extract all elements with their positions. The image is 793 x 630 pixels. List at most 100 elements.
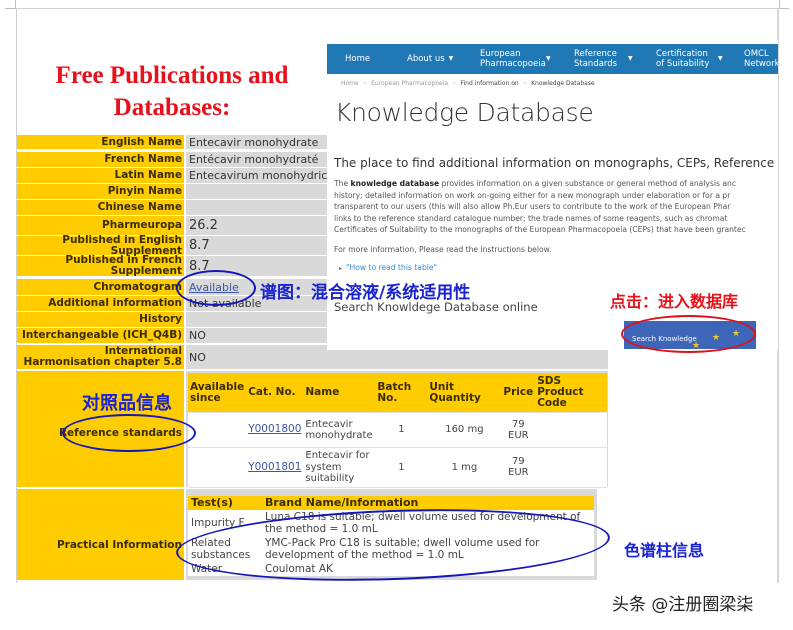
- top-navigation-bar: Home About us ▼ European Pharmacopoeia ▼ R…: [327, 44, 778, 74]
- col-sds-product-code: SDS Product Code: [535, 373, 607, 413]
- detail-label: Published in English Supplement: [17, 234, 184, 256]
- col-price: Price: [501, 373, 536, 413]
- detail-label: Pharmeuropa: [17, 216, 184, 235]
- cell-cat-no[interactable]: Y0001800: [246, 412, 304, 448]
- detail-row: Interchangeable (ICH_Q4B) NO: [17, 328, 327, 343]
- table-header-row: Test(s) Brand Name/Information: [188, 496, 594, 510]
- cell-name: Entecavir for system suitability: [303, 447, 376, 487]
- detail-label: Published in French Supplement: [17, 255, 184, 277]
- detail-label: French Name: [17, 152, 184, 167]
- detail-value: Entecavirum monohydricum: [186, 168, 345, 183]
- page-title: Knowledge Database: [335, 98, 594, 127]
- detail-value: [186, 200, 327, 215]
- col-batch-no: Batch No.: [375, 373, 428, 413]
- detail-row: English Name Entecavir monohydrate: [17, 135, 327, 149]
- cell-batch: 1: [375, 412, 428, 448]
- detail-row: Pharmeuropa 26.2: [17, 216, 327, 235]
- detail-label: History: [17, 312, 184, 327]
- chevron-right-icon: ›: [453, 80, 456, 87]
- chevron-right-icon: ›: [363, 80, 367, 87]
- breadcrumb-home[interactable]: Home: [341, 80, 359, 87]
- highlight-ellipse-reference: [62, 414, 196, 452]
- headline: Free Publications and Databases:: [18, 60, 326, 124]
- detail-row: Latin Name Entecavirum monohydricum: [17, 168, 345, 183]
- how-to-read-link[interactable]: ▸ "How to read this table": [339, 263, 437, 272]
- practical-information-label: Practical Information: [56, 539, 182, 551]
- nav-european-pharmacopoeia[interactable]: European Pharmacopoeia ▼: [480, 49, 560, 69]
- table-row: Y0001801 Entecavir for system suitability…: [188, 447, 607, 487]
- highlight-ellipse-search: [621, 315, 756, 353]
- detail-row: History: [17, 312, 327, 327]
- crop-mark: [779, 8, 789, 9]
- col-unit-quantity: Unit Quantity: [427, 373, 502, 413]
- caret-down-icon: ▼: [718, 55, 723, 62]
- detail-row: Published in French Supplement 8.7: [17, 255, 327, 277]
- chromatogram-annotation: 谱图：混合溶液/系统适用性: [260, 283, 471, 303]
- detail-value: [186, 312, 327, 327]
- nav-certification-of-suitability[interactable]: Certification of Suitability ▼: [656, 49, 736, 69]
- detail-label: English Name: [17, 135, 184, 149]
- crop-mark: [15, 0, 16, 8]
- cell-price: 79 EUR: [501, 447, 536, 487]
- caret-down-icon: ▼: [546, 55, 551, 62]
- watermark: 头条 @注册圈梁柒: [612, 595, 754, 615]
- col-brand-info: Brand Name/Information: [262, 496, 594, 510]
- nav-home[interactable]: Home: [345, 54, 370, 64]
- nav-omcl-network[interactable]: OMCL Network: [744, 49, 778, 69]
- chevron-right-icon: ›: [523, 80, 527, 87]
- col-tests: Test(s): [188, 496, 262, 510]
- detail-row: Pinyin Name: [17, 184, 327, 199]
- detail-label: Interchangeable (ICH_Q4B): [17, 328, 184, 343]
- intro-paragraph: The knowledge database provides informat…: [334, 179, 746, 235]
- breadcrumb: Home › European Pharmacopoeia › Find informa…: [341, 80, 595, 87]
- table-row: Y0001800 Entecavir monohydrate 1 160 mg 79 E…: [188, 412, 607, 448]
- cell-available-since: [188, 447, 247, 487]
- practical-information-label-cell: Practical Information: [17, 489, 184, 580]
- nav-about-us[interactable]: About us ▼: [407, 54, 453, 64]
- detail-label: Latin Name: [17, 168, 184, 183]
- col-available-since: Available since: [188, 373, 247, 413]
- cell-batch: 1: [375, 447, 428, 487]
- cell-name: Entecavir monohydrate: [303, 412, 376, 448]
- headline-line-2: Databases:: [113, 94, 231, 121]
- detail-value: NO: [186, 328, 327, 343]
- detail-value: 8.7: [186, 236, 327, 255]
- detail-row: Chinese Name: [17, 200, 327, 215]
- cell-sds: [535, 447, 607, 487]
- table-header-row: Available since Cat. No. Name Batch No. …: [188, 373, 607, 413]
- bold-term: knowledge database: [350, 179, 440, 188]
- caret-down-icon: ▼: [448, 55, 454, 62]
- bullet-icon: ▸: [339, 265, 343, 272]
- cell-quantity: 1 mg: [427, 447, 502, 487]
- nav-reference-standards[interactable]: Reference Standards ▼: [574, 49, 644, 69]
- caret-down-icon: ▼: [628, 55, 633, 62]
- cell-sds: [535, 412, 607, 448]
- highlight-ellipse-chromatogram: [176, 270, 256, 306]
- detail-value: 26.2: [186, 216, 327, 235]
- crop-mark: [779, 0, 780, 8]
- detail-label: Chinese Name: [17, 200, 184, 215]
- detail-value: Entecavir monohydrate: [186, 135, 327, 149]
- cell-cat-no[interactable]: Y0001801: [246, 447, 304, 487]
- detail-label: Pinyin Name: [17, 184, 184, 199]
- reference-annotation: 对照品信息: [82, 393, 172, 414]
- breadcrumb-knowledge-database: Knowledge Database: [531, 80, 595, 87]
- more-info-text: For more information, Please read the in…: [334, 245, 552, 254]
- cell-quantity: 160 mg: [427, 412, 502, 448]
- breadcrumb-find-information[interactable]: Find information on: [460, 80, 518, 87]
- detail-label: Chromatogram: [17, 279, 184, 295]
- detail-value: [186, 184, 327, 199]
- detail-label: International Harmonisation chapter 5.8: [17, 345, 184, 369]
- col-cat-no: Cat. No.: [246, 373, 304, 413]
- column-annotation: 色谱柱信息: [624, 541, 705, 560]
- detail-label: Additional information: [17, 296, 184, 311]
- cell-price: 79 EUR: [501, 412, 536, 448]
- detail-row: French Name Entécavir monohydraté: [17, 152, 327, 167]
- detail-row: Published in English Supplement 8.7: [17, 234, 327, 256]
- page-subtitle: The place to find additional information…: [334, 156, 778, 170]
- detail-value: Entécavir monohydraté: [186, 152, 327, 167]
- cell-available-since: [188, 412, 247, 448]
- headline-line-1: Free Publications and: [55, 62, 289, 89]
- col-name: Name: [303, 373, 376, 413]
- breadcrumb-european-pharmacopoeia[interactable]: European Pharmacopoeia: [371, 80, 448, 87]
